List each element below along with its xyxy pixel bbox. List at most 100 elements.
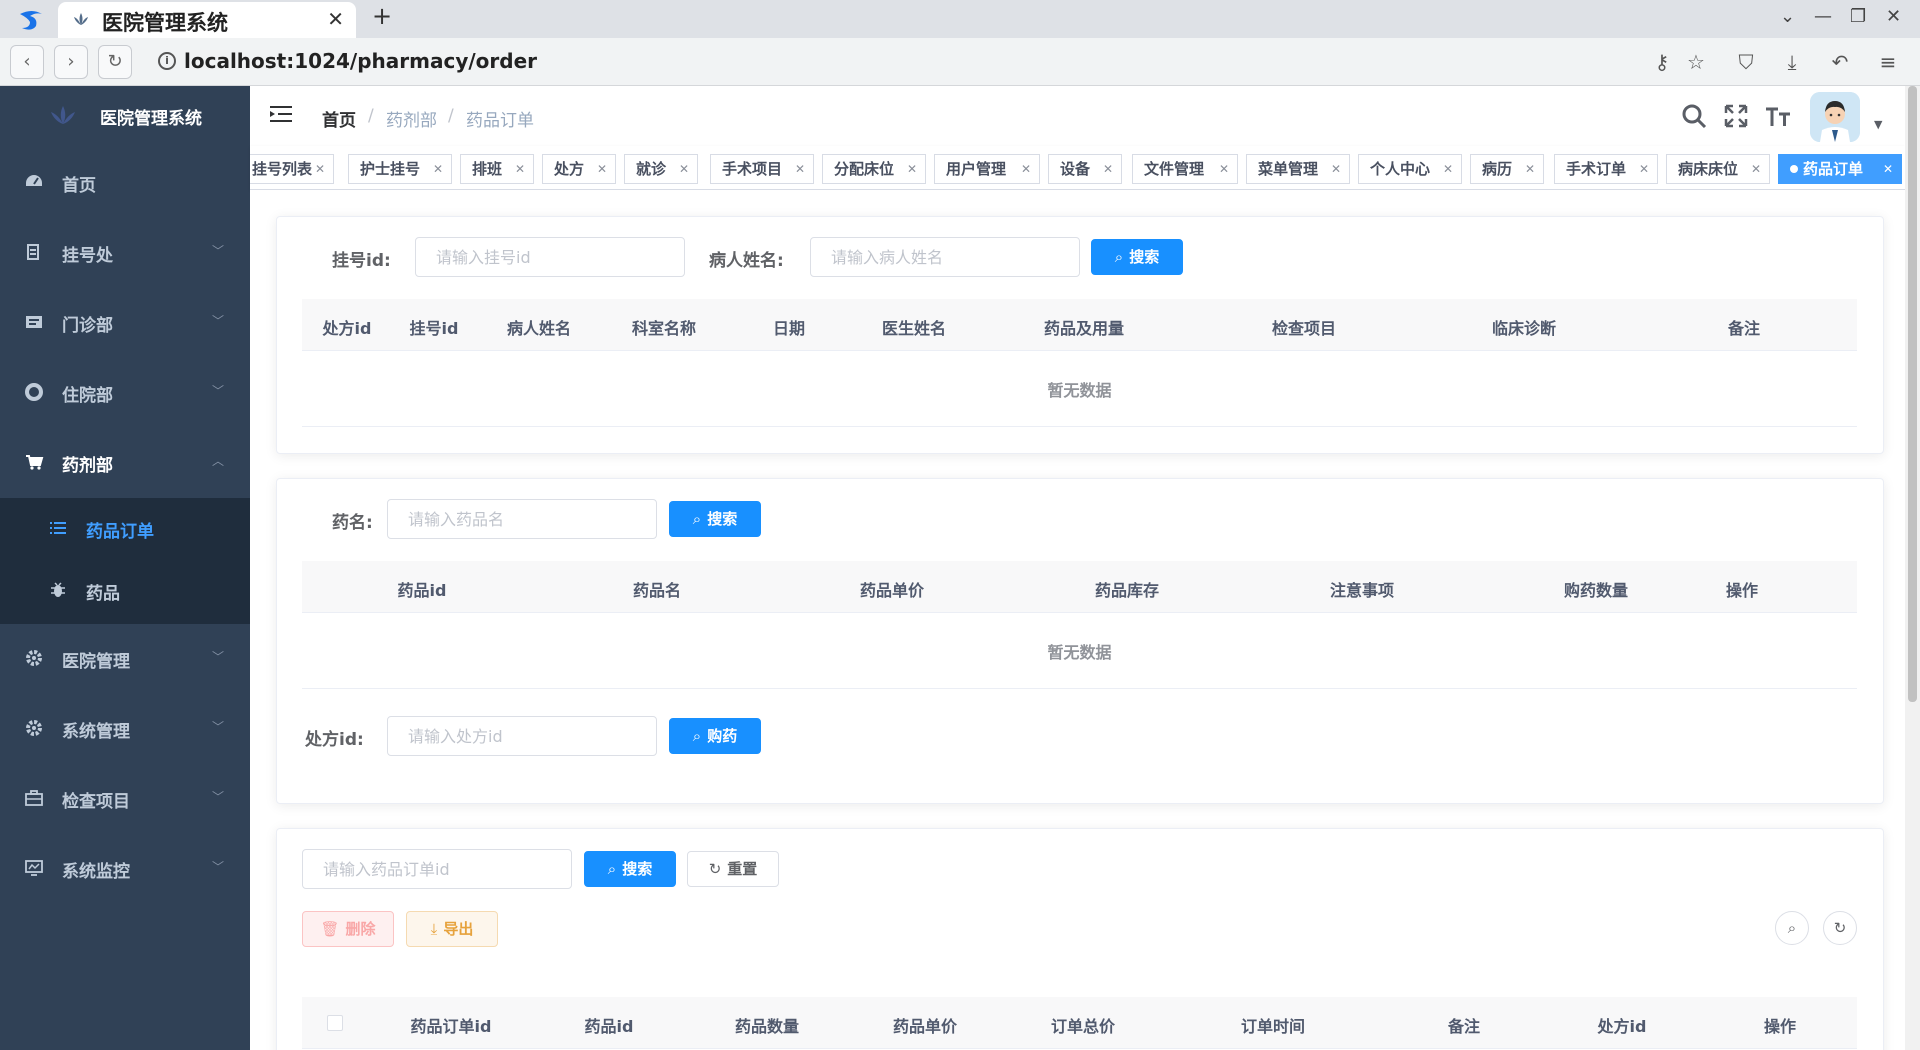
font-size-icon[interactable] — [1764, 102, 1792, 130]
tag-prescription[interactable]: 处方 ✕ — [542, 154, 616, 184]
tag-label: 分配床位 — [834, 160, 895, 178]
forward-button[interactable]: › — [54, 45, 88, 79]
sidebar-subitem-drug-order[interactable]: 药品订单 — [0, 498, 250, 560]
prescription-id-input[interactable] — [388, 717, 656, 755]
prescription-id-field[interactable] — [387, 716, 657, 756]
tag-label: 设备 — [1060, 160, 1091, 178]
sidebar-item-label: 系统管理 — [62, 722, 130, 742]
avatar[interactable] — [1810, 92, 1860, 142]
breadcrumb-home[interactable]: 首页 — [322, 106, 356, 131]
site-info-icon[interactable]: i — [158, 52, 176, 70]
buy-drug-button[interactable]: ⌕ 购药 — [669, 718, 761, 754]
close-window-icon[interactable]: ✕ — [1886, 6, 1901, 27]
hamburger-icon[interactable] — [270, 104, 292, 124]
tab-list-chevron-icon[interactable]: ⌄ — [1780, 6, 1795, 27]
scrollbar-thumb[interactable] — [1908, 86, 1917, 702]
sidebar-item-registration[interactable]: 挂号处 ﹀ — [0, 218, 250, 288]
menu-icon[interactable]: ≡ — [1874, 48, 1902, 76]
sidebar-item-hospital-management[interactable]: 医院管理 ﹀ — [0, 624, 250, 694]
close-icon[interactable]: ✕ — [1751, 155, 1761, 183]
download-icon[interactable]: ⤓ — [1778, 48, 1806, 76]
tag-hospital-bed[interactable]: 病床床位 ✕ — [1666, 154, 1770, 184]
registration-id-input[interactable] — [416, 238, 684, 276]
tag-user-management[interactable]: 用户管理 ✕ — [934, 154, 1040, 184]
chevron-down-icon: ﹀ — [211, 860, 224, 874]
drug-name-field[interactable] — [387, 499, 657, 539]
close-icon[interactable]: ✕ — [1219, 155, 1229, 183]
key-icon[interactable]: ⚷ — [1648, 48, 1676, 76]
caret-down-icon[interactable]: ▼ — [1874, 118, 1882, 131]
search-icon[interactable] — [1680, 102, 1708, 130]
back-button[interactable]: ‹ — [10, 45, 44, 79]
close-icon[interactable]: ✕ — [597, 155, 607, 183]
tag-profile[interactable]: 个人中心 ✕ — [1358, 154, 1462, 184]
order-id-field[interactable] — [302, 849, 572, 889]
chevron-down-icon: ﹀ — [211, 790, 224, 804]
close-icon[interactable]: ✕ — [1883, 155, 1893, 183]
sidebar-item-label: 挂号处 — [62, 246, 113, 266]
sidebar-item-system-management[interactable]: 系统管理 ﹀ — [0, 694, 250, 764]
close-icon[interactable]: ✕ — [433, 155, 443, 183]
tag-surgery-project[interactable]: 手术项目 ✕ — [710, 154, 814, 184]
sidebar-item-home[interactable]: 首页 — [0, 148, 250, 218]
sidebar-item-pharmacy[interactable]: 药剂部 ︿ — [0, 428, 250, 498]
sidebar-item-system-monitor[interactable]: 系统监控 ﹀ — [0, 834, 250, 904]
new-tab-icon[interactable]: + — [372, 2, 392, 30]
close-icon[interactable]: ✕ — [1021, 155, 1031, 183]
column-header: 备注 — [1447, 1017, 1481, 1036]
page-scrollbar[interactable] — [1905, 86, 1920, 1050]
drug-name-input[interactable] — [388, 500, 656, 538]
close-icon[interactable]: ✕ — [795, 155, 805, 183]
close-icon[interactable]: ✕ — [679, 155, 689, 183]
address-bar[interactable]: i localhost:1024/pharmacy/order — [150, 45, 1620, 79]
reset-button[interactable]: ↻ 重置 — [687, 851, 779, 887]
order-search-button[interactable]: ⌕ 搜索 — [584, 851, 676, 887]
sidebar-subitem-drug[interactable]: 药品 — [0, 560, 250, 622]
tag-nurse-registration[interactable]: 护士挂号 ✕ — [348, 154, 452, 184]
browser-tab[interactable]: 医院管理系统 ✕ — [58, 2, 356, 38]
sidebar-item-examination[interactable]: 检查项目 ﹀ — [0, 764, 250, 834]
close-icon[interactable]: ✕ — [1331, 155, 1341, 183]
tag-surgery-order[interactable]: 手术订单 ✕ — [1554, 154, 1658, 184]
patient-name-field[interactable] — [810, 237, 1080, 277]
reload-button[interactable]: ↻ — [98, 45, 132, 79]
registration-id-field[interactable] — [415, 237, 685, 277]
fullscreen-icon[interactable] — [1722, 102, 1750, 130]
select-all-checkbox[interactable] — [327, 1015, 343, 1031]
tag-label: 用户管理 — [946, 160, 1007, 178]
export-button[interactable]: ⤓ 导出 — [406, 911, 498, 947]
tag-medical-record[interactable]: 病历 ✕ — [1470, 154, 1544, 184]
patient-name-input[interactable] — [811, 238, 1079, 276]
tag-registration-list[interactable]: 挂号列表 ✕ — [250, 154, 334, 184]
tag-device[interactable]: 设备 ✕ — [1048, 154, 1122, 184]
sidebar-item-inpatient[interactable]: 住院部 ﹀ — [0, 358, 250, 428]
drug-search-button[interactable]: ⌕ 搜索 — [669, 501, 761, 537]
prescription-search-button[interactable]: ⌕ 搜索 — [1091, 239, 1183, 275]
tag-schedule[interactable]: 排班 ✕ — [460, 154, 534, 184]
order-id-input[interactable] — [303, 850, 571, 888]
tag-file-management[interactable]: 文件管理 ✕ — [1132, 154, 1238, 184]
delete-button[interactable]: 🗑 删除 — [302, 911, 394, 947]
tag-assign-bed[interactable]: 分配床位 ✕ — [822, 154, 926, 184]
restore-icon[interactable]: ❐ — [1850, 6, 1866, 27]
close-icon[interactable]: ✕ — [315, 155, 325, 183]
close-icon[interactable]: ✕ — [1525, 155, 1535, 183]
close-tab-icon[interactable]: ✕ — [327, 7, 344, 31]
close-icon[interactable]: ✕ — [1103, 155, 1113, 183]
close-icon[interactable]: ✕ — [907, 155, 917, 183]
dashboard-icon — [26, 175, 42, 186]
incognito-icon[interactable]: ⛉ — [1732, 48, 1760, 76]
tag-visit[interactable]: 就诊 ✕ — [624, 154, 698, 184]
bookmark-star-icon[interactable]: ☆ — [1682, 48, 1710, 76]
tag-menu-management[interactable]: 菜单管理 ✕ — [1246, 154, 1350, 184]
close-icon[interactable]: ✕ — [515, 155, 525, 183]
sidebar-item-outpatient[interactable]: 门诊部 ﹀ — [0, 288, 250, 358]
undo-icon[interactable]: ↶ — [1826, 48, 1854, 76]
tag-drug-order[interactable]: 药品订单 ✕ — [1778, 154, 1902, 184]
refresh-button[interactable]: ↻ — [1823, 911, 1857, 945]
sidebar-brand[interactable]: 医院管理系统 — [0, 86, 250, 146]
close-icon[interactable]: ✕ — [1639, 155, 1649, 183]
close-icon[interactable]: ✕ — [1443, 155, 1453, 183]
minimize-icon[interactable]: — — [1814, 6, 1832, 27]
toggle-search-button[interactable]: ⌕ — [1775, 911, 1809, 945]
